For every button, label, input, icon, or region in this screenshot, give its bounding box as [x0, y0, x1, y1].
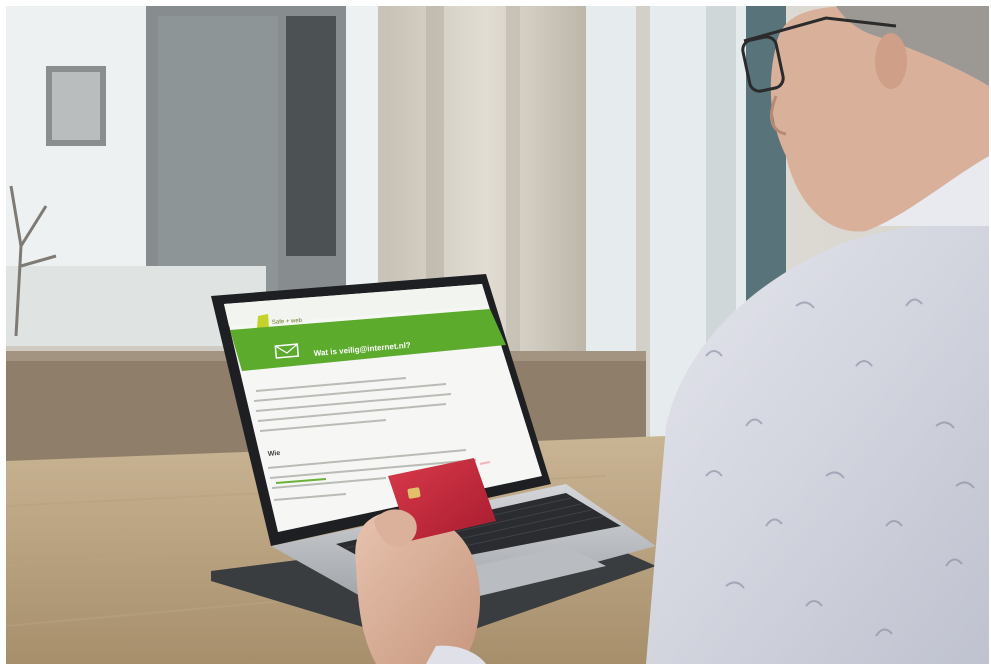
photo-frame: Safe + web Wat is veilig@internet.nl? Wi…: [6, 6, 989, 664]
photo: Safe + web Wat is veilig@internet.nl? Wi…: [6, 6, 989, 664]
section-heading: Wie: [268, 450, 281, 458]
card-chip-icon: [407, 487, 421, 499]
